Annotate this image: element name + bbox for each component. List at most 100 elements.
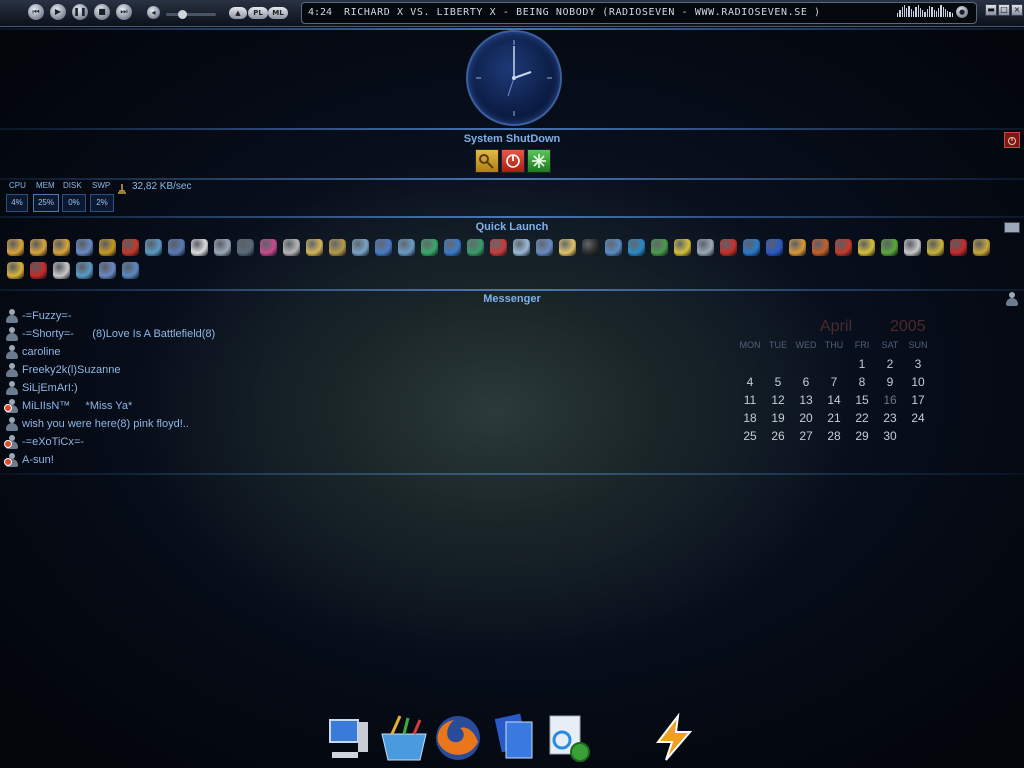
quick-launch-app-icon[interactable]	[973, 239, 990, 256]
quick-launch-app-icon[interactable]	[99, 262, 116, 279]
quick-launch-app-icon[interactable]	[927, 239, 944, 256]
calendar-day[interactable]: 8	[848, 375, 876, 389]
contact-item[interactable]: SiLjEmArI:)	[4, 379, 78, 397]
calendar-day[interactable]: 3	[904, 357, 932, 371]
quick-launch-app-icon[interactable]	[628, 239, 645, 256]
contact-item[interactable]: -=Fuzzy=-	[4, 307, 72, 325]
quick-launch-app-icon[interactable]	[835, 239, 852, 256]
quick-launch-app-icon[interactable]	[881, 239, 898, 256]
minimize-button[interactable]: ▬	[985, 4, 997, 16]
contact-item[interactable]: -=Shorty=- (8)Love Is A Battlefield(8)	[4, 325, 215, 343]
calendar-day[interactable]: 28	[820, 429, 848, 443]
quick-launch-app-icon[interactable]	[398, 239, 415, 256]
contact-item[interactable]: MiLIIsN™ *Miss Ya*	[4, 397, 132, 415]
media-library-button[interactable]: ML	[268, 7, 288, 19]
quick-launch-app-icon[interactable]	[145, 239, 162, 256]
previous-track-button[interactable]: ⏮	[28, 4, 44, 20]
quick-launch-app-icon[interactable]	[582, 239, 599, 256]
quick-launch-app-icon[interactable]	[122, 239, 139, 256]
calendar-day[interactable]: 6	[792, 375, 820, 389]
quick-launch-app-icon[interactable]	[490, 239, 507, 256]
calendar-day[interactable]: 12	[764, 393, 792, 407]
quick-launch-app-icon[interactable]	[76, 262, 93, 279]
quick-launch-app-icon[interactable]	[30, 239, 47, 256]
quick-launch-app-icon[interactable]	[99, 239, 116, 256]
calendar-day[interactable]: 11	[736, 393, 764, 407]
contact-item[interactable]: caroline	[4, 343, 61, 361]
quick-launch-app-icon[interactable]	[168, 239, 185, 256]
calendar-day[interactable]: 5	[764, 375, 792, 389]
quick-launch-app-icon[interactable]	[237, 239, 254, 256]
quick-launch-app-icon[interactable]	[513, 239, 530, 256]
quick-launch-app-icon[interactable]	[674, 239, 691, 256]
quick-launch-app-icon[interactable]	[260, 239, 277, 256]
play-button[interactable]: ▶	[50, 4, 66, 20]
calendar-day[interactable]: 2	[876, 357, 904, 371]
calendar-day[interactable]: 7	[820, 375, 848, 389]
quick-launch-settings-icon[interactable]	[1004, 222, 1020, 233]
calendar-day[interactable]: 24	[904, 411, 932, 425]
winamp-icon[interactable]	[648, 712, 700, 764]
next-track-button[interactable]: ⏭	[116, 4, 132, 20]
quick-launch-app-icon[interactable]	[7, 262, 24, 279]
quick-launch-app-icon[interactable]	[53, 239, 70, 256]
quick-launch-app-icon[interactable]	[214, 239, 231, 256]
documents-icon[interactable]	[488, 712, 540, 764]
quick-launch-app-icon[interactable]	[904, 239, 921, 256]
quick-launch-app-icon[interactable]	[858, 239, 875, 256]
contact-item[interactable]: A-sun!	[4, 451, 54, 469]
calendar-day[interactable]: 14	[820, 393, 848, 407]
contact-item[interactable]: wish you were here(8) pink floyd!..	[4, 415, 189, 433]
pause-button[interactable]: ❚❚	[72, 4, 88, 20]
calendar-day[interactable]: 22	[848, 411, 876, 425]
quick-launch-app-icon[interactable]	[789, 239, 806, 256]
my-computer-icon[interactable]	[322, 712, 374, 764]
volume-slider[interactable]	[166, 10, 216, 19]
stop-button[interactable]: ■	[94, 4, 110, 20]
contact-item[interactable]: Freeky2k(l)Suzanne	[4, 361, 120, 379]
track-display[interactable]: 4:24 RICHARD X VS. LIBERTY X - BEING NOB…	[301, 2, 977, 24]
calendar-day[interactable]: 29	[848, 429, 876, 443]
maximize-button[interactable]: □	[998, 4, 1010, 16]
calendar-day[interactable]: 17	[904, 393, 932, 407]
quick-launch-app-icon[interactable]	[329, 239, 346, 256]
eject-button[interactable]: ▲	[229, 7, 247, 19]
calendar-day[interactable]: 1	[848, 357, 876, 371]
calendar-day-today[interactable]: 16	[876, 393, 904, 407]
quick-launch-app-icon[interactable]	[53, 262, 70, 279]
quick-launch-app-icon[interactable]	[421, 239, 438, 256]
calendar-day[interactable]: 27	[792, 429, 820, 443]
calendar-day[interactable]: 25	[736, 429, 764, 443]
calendar-day[interactable]: 18	[736, 411, 764, 425]
quick-launch-app-icon[interactable]	[766, 239, 783, 256]
quick-launch-app-icon[interactable]	[306, 239, 323, 256]
quick-launch-app-icon[interactable]	[536, 239, 553, 256]
quick-launch-app-icon[interactable]	[812, 239, 829, 256]
calendar-day[interactable]: 21	[820, 411, 848, 425]
graphics-tools-icon[interactable]	[378, 712, 430, 764]
contact-item[interactable]: -=eXoTiCx=-	[4, 433, 84, 451]
quick-launch-app-icon[interactable]	[559, 239, 576, 256]
player-options-icon[interactable]: ●	[956, 6, 968, 18]
quick-launch-app-icon[interactable]	[467, 239, 484, 256]
calendar-day[interactable]: 15	[848, 393, 876, 407]
quick-launch-app-icon[interactable]	[30, 262, 47, 279]
quick-launch-app-icon[interactable]	[950, 239, 967, 256]
quick-launch-app-icon[interactable]	[191, 239, 208, 256]
quick-launch-app-icon[interactable]	[283, 239, 300, 256]
quick-launch-app-icon[interactable]	[605, 239, 622, 256]
quick-launch-app-icon[interactable]	[651, 239, 668, 256]
firefox-icon[interactable]	[432, 712, 484, 764]
calendar-day[interactable]: 13	[792, 393, 820, 407]
playlist-button[interactable]: PL	[248, 7, 268, 19]
shutdown-widget-icon[interactable]	[1004, 132, 1020, 148]
settings-icon[interactable]	[542, 712, 594, 764]
quick-launch-app-icon[interactable]	[7, 239, 24, 256]
quick-launch-app-icon[interactable]	[697, 239, 714, 256]
quick-launch-app-icon[interactable]	[76, 239, 93, 256]
quick-launch-app-icon[interactable]	[122, 262, 139, 279]
calendar-day[interactable]: 26	[764, 429, 792, 443]
close-button[interactable]: ×	[1011, 4, 1023, 16]
calendar-day[interactable]: 30	[876, 429, 904, 443]
calendar-day[interactable]: 19	[764, 411, 792, 425]
